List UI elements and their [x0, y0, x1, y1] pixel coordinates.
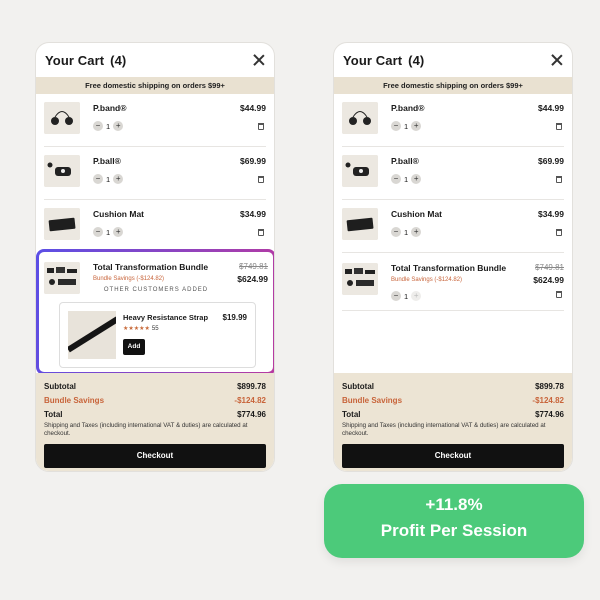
minus-button[interactable]: −	[93, 121, 103, 131]
upsell-highlight: Total Transformation Bundle $749.81 Bund…	[36, 249, 274, 375]
product-image	[342, 155, 378, 187]
minus-button[interactable]: −	[391, 227, 401, 237]
plus-button[interactable]: +	[411, 121, 422, 131]
savings-row: Bundle Savings -$124.82	[44, 395, 266, 405]
review-count: 55	[151, 326, 159, 332]
bundle-savings: Bundle Savings (-$124.82)	[93, 276, 165, 282]
item-price: $624.99	[237, 274, 268, 284]
result-badge: +11.8% Profit Per Session	[324, 484, 584, 558]
original-price: $749.81	[239, 262, 268, 271]
product-image	[44, 262, 80, 294]
minus-button[interactable]: −	[93, 227, 103, 237]
shipping-banner: Free domestic shipping on orders $99+	[36, 77, 274, 94]
quantity-stepper: −1 +	[391, 121, 422, 131]
item-price: $34.99	[538, 209, 564, 219]
trash-icon[interactable]	[258, 123, 264, 130]
cart-item: P.ball® $69.99 −1 +	[44, 147, 266, 200]
trash-icon[interactable]	[556, 291, 562, 298]
cart-item: Cushion Mat $34.99 −1 +	[44, 200, 266, 253]
subtotal-row: Subtotal $899.78	[44, 381, 266, 391]
subtotal-row: Subtotal $899.78	[342, 381, 564, 391]
product-image	[68, 311, 116, 359]
plus-button[interactable]: +	[411, 227, 422, 237]
item-price: $69.99	[240, 156, 266, 166]
item-name: P.ball®	[391, 156, 419, 166]
cart-items: P.band® $44.99 −1 + P.ball® $69.99 −1 + Cu…	[36, 94, 274, 253]
upsell-name: Heavy Resistance Strap	[123, 313, 209, 322]
checkout-button[interactable]: Checkout	[342, 444, 564, 468]
minus-button[interactable]: −	[391, 121, 401, 131]
rating-stars: ★★★★★ 55	[123, 326, 159, 332]
item-name: P.ball®	[93, 156, 121, 166]
cart-header: Your Cart (4)	[36, 43, 274, 77]
cart-summary: Subtotal $899.78 Bundle Savings -$124.82 T…	[334, 373, 572, 471]
item-name: Total Transformation Bundle	[391, 263, 507, 273]
trash-icon[interactable]	[258, 229, 264, 236]
total-row: Total $774.96	[342, 409, 564, 419]
cart-summary: Subtotal $899.78 Bundle Savings -$124.82 T…	[36, 373, 274, 471]
quantity-stepper: −1 +	[391, 291, 422, 301]
product-image	[342, 208, 378, 240]
minus-button[interactable]: −	[391, 174, 401, 184]
cart-title: Your Cart (4)	[343, 52, 425, 68]
shipping-note: Shipping and Taxes (including internatio…	[44, 422, 248, 437]
item-price: $44.99	[538, 103, 564, 113]
plus-button[interactable]: +	[113, 121, 124, 131]
minus-button[interactable]: −	[391, 291, 401, 301]
plus-button[interactable]: +	[411, 174, 422, 184]
upsell-price: $19.99	[222, 313, 247, 322]
plus-button[interactable]: +	[113, 174, 124, 184]
item-price: $624.99	[533, 275, 564, 285]
close-icon[interactable]	[252, 53, 266, 67]
shipping-banner: Free domestic shipping on orders $99+	[334, 77, 572, 94]
original-price: $749.81	[535, 263, 564, 272]
cart-title: Your Cart (4)	[45, 52, 127, 68]
cart-item: Cushion Mat $34.99 −1 +	[342, 200, 564, 253]
product-image	[44, 208, 80, 240]
cart-items: P.band® $44.99 −1 + P.ball® $69.99 −1 + Cu…	[334, 94, 572, 311]
total-row: Total $774.96	[44, 409, 266, 419]
item-name: Total Transformation Bundle	[93, 262, 209, 272]
savings-row: Bundle Savings -$124.82	[342, 395, 564, 405]
cart-panel-control: Your Cart (4) Free domestic shipping on o…	[333, 42, 573, 472]
cart-item: P.band® $44.99 −1 +	[342, 94, 564, 147]
product-image	[342, 263, 378, 295]
close-icon[interactable]	[550, 53, 564, 67]
plus-button[interactable]: +	[411, 291, 422, 301]
product-image	[44, 102, 80, 134]
quantity-stepper: −1 +	[93, 174, 124, 184]
item-name: P.band®	[93, 103, 127, 113]
quantity-stepper: −1 +	[93, 121, 124, 131]
checkout-button[interactable]: Checkout	[44, 444, 266, 468]
trash-icon[interactable]	[556, 176, 562, 183]
cart-item: Total Transformation Bundle $749.81 Bund…	[342, 253, 564, 311]
cart-item: Total Transformation Bundle $749.81 Bund…	[44, 252, 268, 294]
metric-value: +11.8%	[425, 495, 483, 514]
cart-item: P.ball® $69.99 −1 +	[342, 147, 564, 200]
add-button[interactable]: Add	[123, 339, 145, 355]
shipping-note: Shipping and Taxes (including internatio…	[342, 422, 546, 437]
cart-header: Your Cart (4)	[334, 43, 572, 77]
item-price: $44.99	[240, 103, 266, 113]
quantity-stepper: −1 +	[391, 227, 422, 237]
metric-label: Profit Per Session	[380, 521, 528, 540]
product-image	[44, 155, 80, 187]
item-name: Cushion Mat	[93, 209, 144, 219]
item-price: $34.99	[240, 209, 266, 219]
cart-panel-variant: Your Cart (4) Free domestic shipping on o…	[35, 42, 275, 472]
bundle-savings: Bundle Savings (-$124.82)	[391, 277, 463, 283]
trash-icon[interactable]	[556, 123, 562, 130]
product-image	[342, 102, 378, 134]
quantity-stepper: −1 +	[391, 174, 422, 184]
upsell-card: Heavy Resistance Strap $19.99 ★★★★★ 55 Ad…	[59, 302, 256, 368]
cart-item: P.band® $44.99 −1 +	[44, 94, 266, 147]
trash-icon[interactable]	[556, 229, 562, 236]
quantity-stepper: −1 +	[93, 227, 124, 237]
trash-icon[interactable]	[258, 176, 264, 183]
minus-button[interactable]: −	[93, 174, 103, 184]
item-name: P.band®	[391, 103, 425, 113]
item-price: $69.99	[538, 156, 564, 166]
plus-button[interactable]: +	[113, 227, 124, 237]
item-name: Cushion Mat	[391, 209, 442, 219]
